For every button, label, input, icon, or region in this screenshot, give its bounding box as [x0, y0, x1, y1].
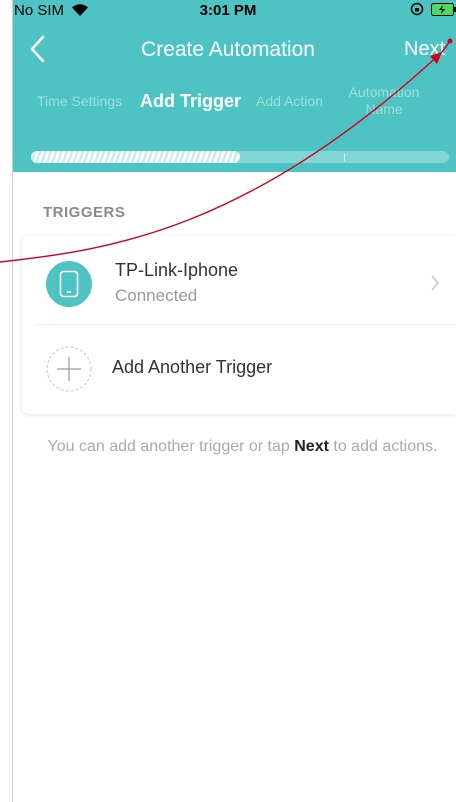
phone-icon	[59, 270, 79, 298]
device-avatar	[46, 261, 92, 307]
trigger-device-name: TP-Link-Iphone	[115, 260, 239, 280]
trigger-row[interactable]: TP-Link-Iphone Connected	[22, 236, 456, 324]
progress-bar	[31, 151, 449, 163]
hint-text-after: to add actions.	[328, 438, 438, 455]
hint-text: You can add another trigger or tap Next …	[40, 436, 445, 458]
add-circle-icon	[46, 346, 92, 392]
progress-separator	[344, 153, 345, 161]
hint-next-bold: Next	[294, 438, 329, 455]
chevron-right-icon	[431, 275, 439, 291]
triggers-card: TP-Link-Iphone Connected Add Another Tri…	[22, 236, 456, 414]
step-add-trigger: Add Trigger	[140, 91, 242, 111]
step-add-action: Add Action	[256, 93, 323, 109]
hint-text-before: You can add another trigger or tap	[47, 438, 295, 455]
add-trigger-row[interactable]: Add Another Trigger	[22, 325, 456, 414]
trigger-device-status: Connected	[115, 286, 198, 305]
step-automation-name: Automation Name	[348, 84, 420, 117]
step-time-settings: Time Settings	[37, 93, 123, 109]
add-trigger-label: Add Another Trigger	[112, 357, 273, 377]
step-indicator: Time Settings Add Trigger Add Action Aut…	[0, 0, 456, 160]
triggers-section-label: TRIGGERS	[43, 204, 126, 221]
progress-fill	[31, 151, 240, 163]
